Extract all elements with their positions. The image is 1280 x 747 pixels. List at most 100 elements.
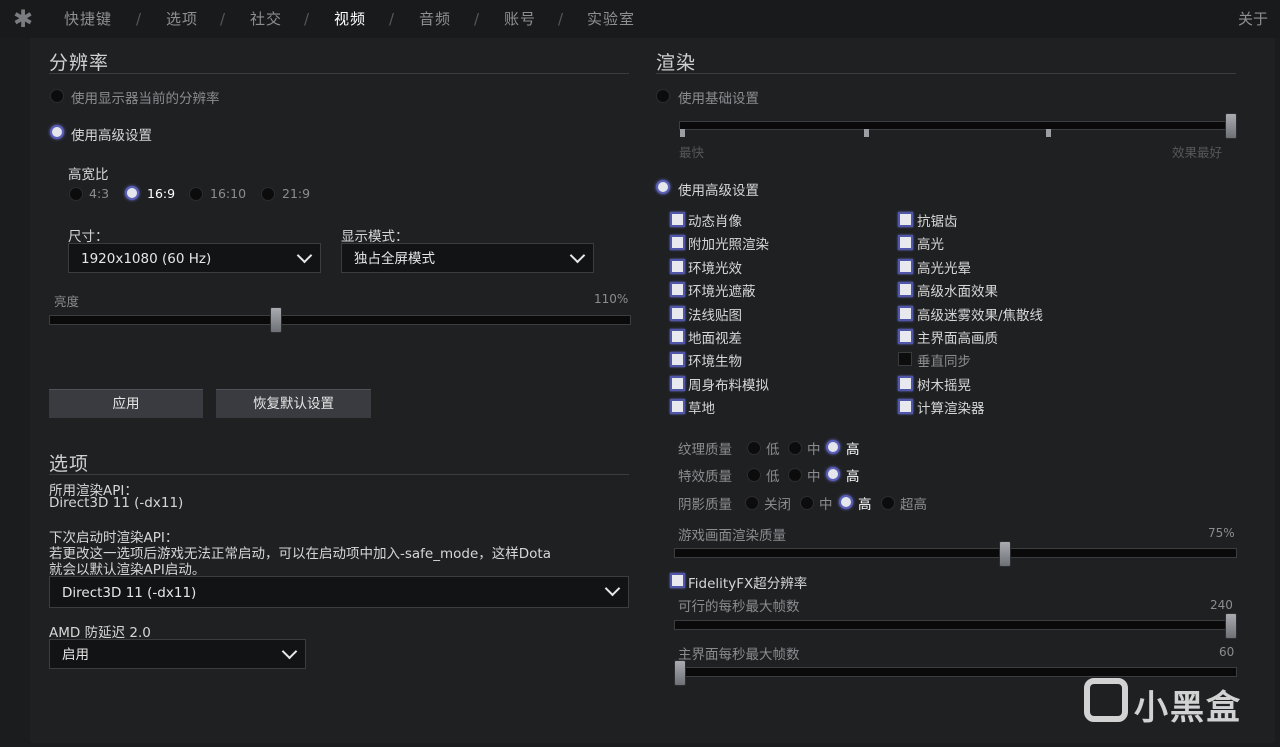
brightness-label: 亮度: [54, 294, 80, 309]
aspect-16-9-radio[interactable]: [125, 186, 139, 200]
resolution-title: 分辨率: [49, 52, 110, 74]
effects-quality-mid-radio[interactable]: [788, 468, 802, 482]
render-quality-slider-handle[interactable]: [999, 541, 1011, 567]
effects-quality-low-label: 低: [766, 469, 780, 485]
tab-audio[interactable]: 音频: [419, 0, 451, 38]
render-quality-value: 75%: [1208, 526, 1235, 540]
fsr-checkbox[interactable]: [670, 573, 685, 588]
render-option-checkbox[interactable]: [670, 375, 685, 391]
options-title: 选项: [49, 453, 90, 475]
amd-anti-lag-value: 启用: [62, 647, 89, 663]
texture-quality-mid-label: 中: [807, 442, 821, 458]
tab-social[interactable]: 社交: [250, 0, 282, 38]
max-fps-value: 240: [1210, 598, 1233, 612]
shadow-quality-mid-label: 中: [819, 497, 833, 513]
aspect-21-9-label: 21:9: [282, 186, 311, 201]
use-advanced-resolution-label: 使用高级设置: [71, 128, 152, 144]
watermark-text: 小黑盒: [1134, 688, 1242, 728]
amd-anti-lag-label: AMD 防延迟 2.0: [49, 625, 151, 641]
next-render-api-select[interactable]: Direct3D 11 (-dx11): [49, 576, 629, 608]
render-option-checkbox[interactable]: [670, 282, 685, 298]
render-option-checkbox[interactable]: [898, 375, 913, 391]
render-option-label: 高级水面效果: [917, 284, 998, 301]
use-advanced-render-radio[interactable]: [656, 180, 670, 194]
tab-video[interactable]: 视频: [334, 0, 366, 38]
chevron-down-icon: [296, 247, 313, 264]
render-option-label: 高光光晕: [917, 260, 971, 277]
texture-quality-label: 纹理质量: [678, 442, 732, 458]
shadow-quality-ultra-radio[interactable]: [881, 496, 895, 510]
display-mode-select[interactable]: 独占全屏模式: [341, 243, 594, 273]
resolution-size-select[interactable]: 1920x1080 (60 Hz): [68, 243, 321, 273]
tab-lab[interactable]: 实验室: [587, 0, 635, 38]
texture-quality-mid-radio[interactable]: [788, 441, 802, 455]
tab-hotkeys[interactable]: 快捷键: [64, 0, 112, 38]
next-render-api-note-cont: 就会以默认渲染API启动。: [49, 562, 206, 578]
basic-quality-slider[interactable]: [679, 121, 1237, 130]
render-option-label: 周身布料模拟: [688, 377, 769, 394]
menu-fps-value: 60: [1219, 645, 1235, 659]
tab-options[interactable]: 选项: [166, 0, 198, 38]
use-basic-render-radio[interactable]: [656, 89, 670, 103]
texture-quality-high-label: 高: [846, 442, 860, 458]
max-fps-slider-handle[interactable]: [1225, 613, 1237, 639]
about-link[interactable]: 关于: [1238, 0, 1268, 38]
render-option-checkbox[interactable]: [898, 258, 913, 274]
render-option-checkbox[interactable]: [670, 212, 685, 227]
texture-quality-high-radio[interactable]: [826, 440, 840, 454]
effects-quality-low-radio[interactable]: [747, 468, 761, 482]
aspect-21-9-radio[interactable]: [261, 187, 275, 201]
render-option-checkbox[interactable]: [670, 329, 685, 344]
apply-button[interactable]: 应用: [49, 389, 203, 418]
tab-separator: /: [136, 10, 142, 28]
render-quality-slider[interactable]: [674, 548, 1237, 558]
brightness-slider-handle[interactable]: [270, 307, 283, 333]
shadow-quality-mid-radio[interactable]: [800, 496, 814, 510]
basic-quality-slider-handle[interactable]: [1225, 113, 1237, 139]
render-option-checkbox[interactable]: [898, 282, 913, 298]
render-option-checkbox[interactable]: [898, 305, 913, 321]
render-option-checkbox[interactable]: [670, 352, 685, 368]
render-option-checkbox[interactable]: [670, 235, 685, 251]
max-fps-slider[interactable]: [674, 620, 1237, 630]
slider-tick: [680, 129, 685, 137]
render-option-checkbox[interactable]: [670, 399, 685, 415]
aspect-ratio-label: 高宽比: [68, 167, 109, 183]
effects-quality-high-radio[interactable]: [826, 467, 840, 481]
chevron-down-icon: [604, 580, 621, 597]
gear-icon[interactable]: ✱: [10, 6, 36, 32]
menu-fps-slider-handle[interactable]: [674, 660, 686, 686]
render-option-checkbox[interactable]: [898, 399, 913, 415]
use-basic-render-label: 使用基础设置: [678, 91, 759, 107]
render-option-label: 计算渲染器: [917, 401, 985, 418]
brightness-value: 110%: [594, 292, 629, 306]
display-mode-label: 显示模式：: [341, 229, 409, 245]
use-monitor-resolution-radio[interactable]: [50, 89, 64, 103]
render-option-checkbox[interactable]: [898, 352, 912, 367]
section-divider: [49, 73, 629, 74]
amd-anti-lag-select[interactable]: 启用: [49, 639, 306, 669]
shadow-quality-high-label: 高: [858, 497, 872, 513]
tab-separator: /: [558, 10, 564, 28]
render-option-checkbox[interactable]: [898, 329, 913, 344]
reset-defaults-button[interactable]: 恢复默认设置: [216, 389, 371, 418]
menu-fps-slider[interactable]: [674, 667, 1237, 677]
basic-quality-max-label: 效果最好: [1172, 145, 1223, 160]
texture-quality-low-label: 低: [766, 442, 780, 458]
render-option-checkbox[interactable]: [898, 212, 913, 227]
aspect-4-3-radio[interactable]: [69, 187, 83, 201]
render-option-checkbox[interactable]: [670, 305, 685, 321]
render-option-label: 环境光效: [688, 260, 742, 277]
shadow-quality-high-radio[interactable]: [839, 495, 853, 509]
use-advanced-resolution-radio[interactable]: [50, 125, 64, 139]
brightness-slider[interactable]: [49, 315, 631, 325]
basic-quality-min-label: 最快: [679, 145, 705, 160]
shadow-quality-off-radio[interactable]: [745, 496, 759, 510]
tab-account[interactable]: 账号: [504, 0, 536, 38]
menu-fps-label: 主界面每秒最大帧数: [678, 647, 800, 663]
aspect-16-10-radio[interactable]: [189, 187, 203, 201]
texture-quality-low-radio[interactable]: [747, 441, 761, 455]
render-option-checkbox[interactable]: [670, 258, 685, 274]
render-option-checkbox[interactable]: [898, 235, 913, 251]
use-monitor-resolution-label: 使用显示器当前的分辨率: [71, 91, 220, 107]
